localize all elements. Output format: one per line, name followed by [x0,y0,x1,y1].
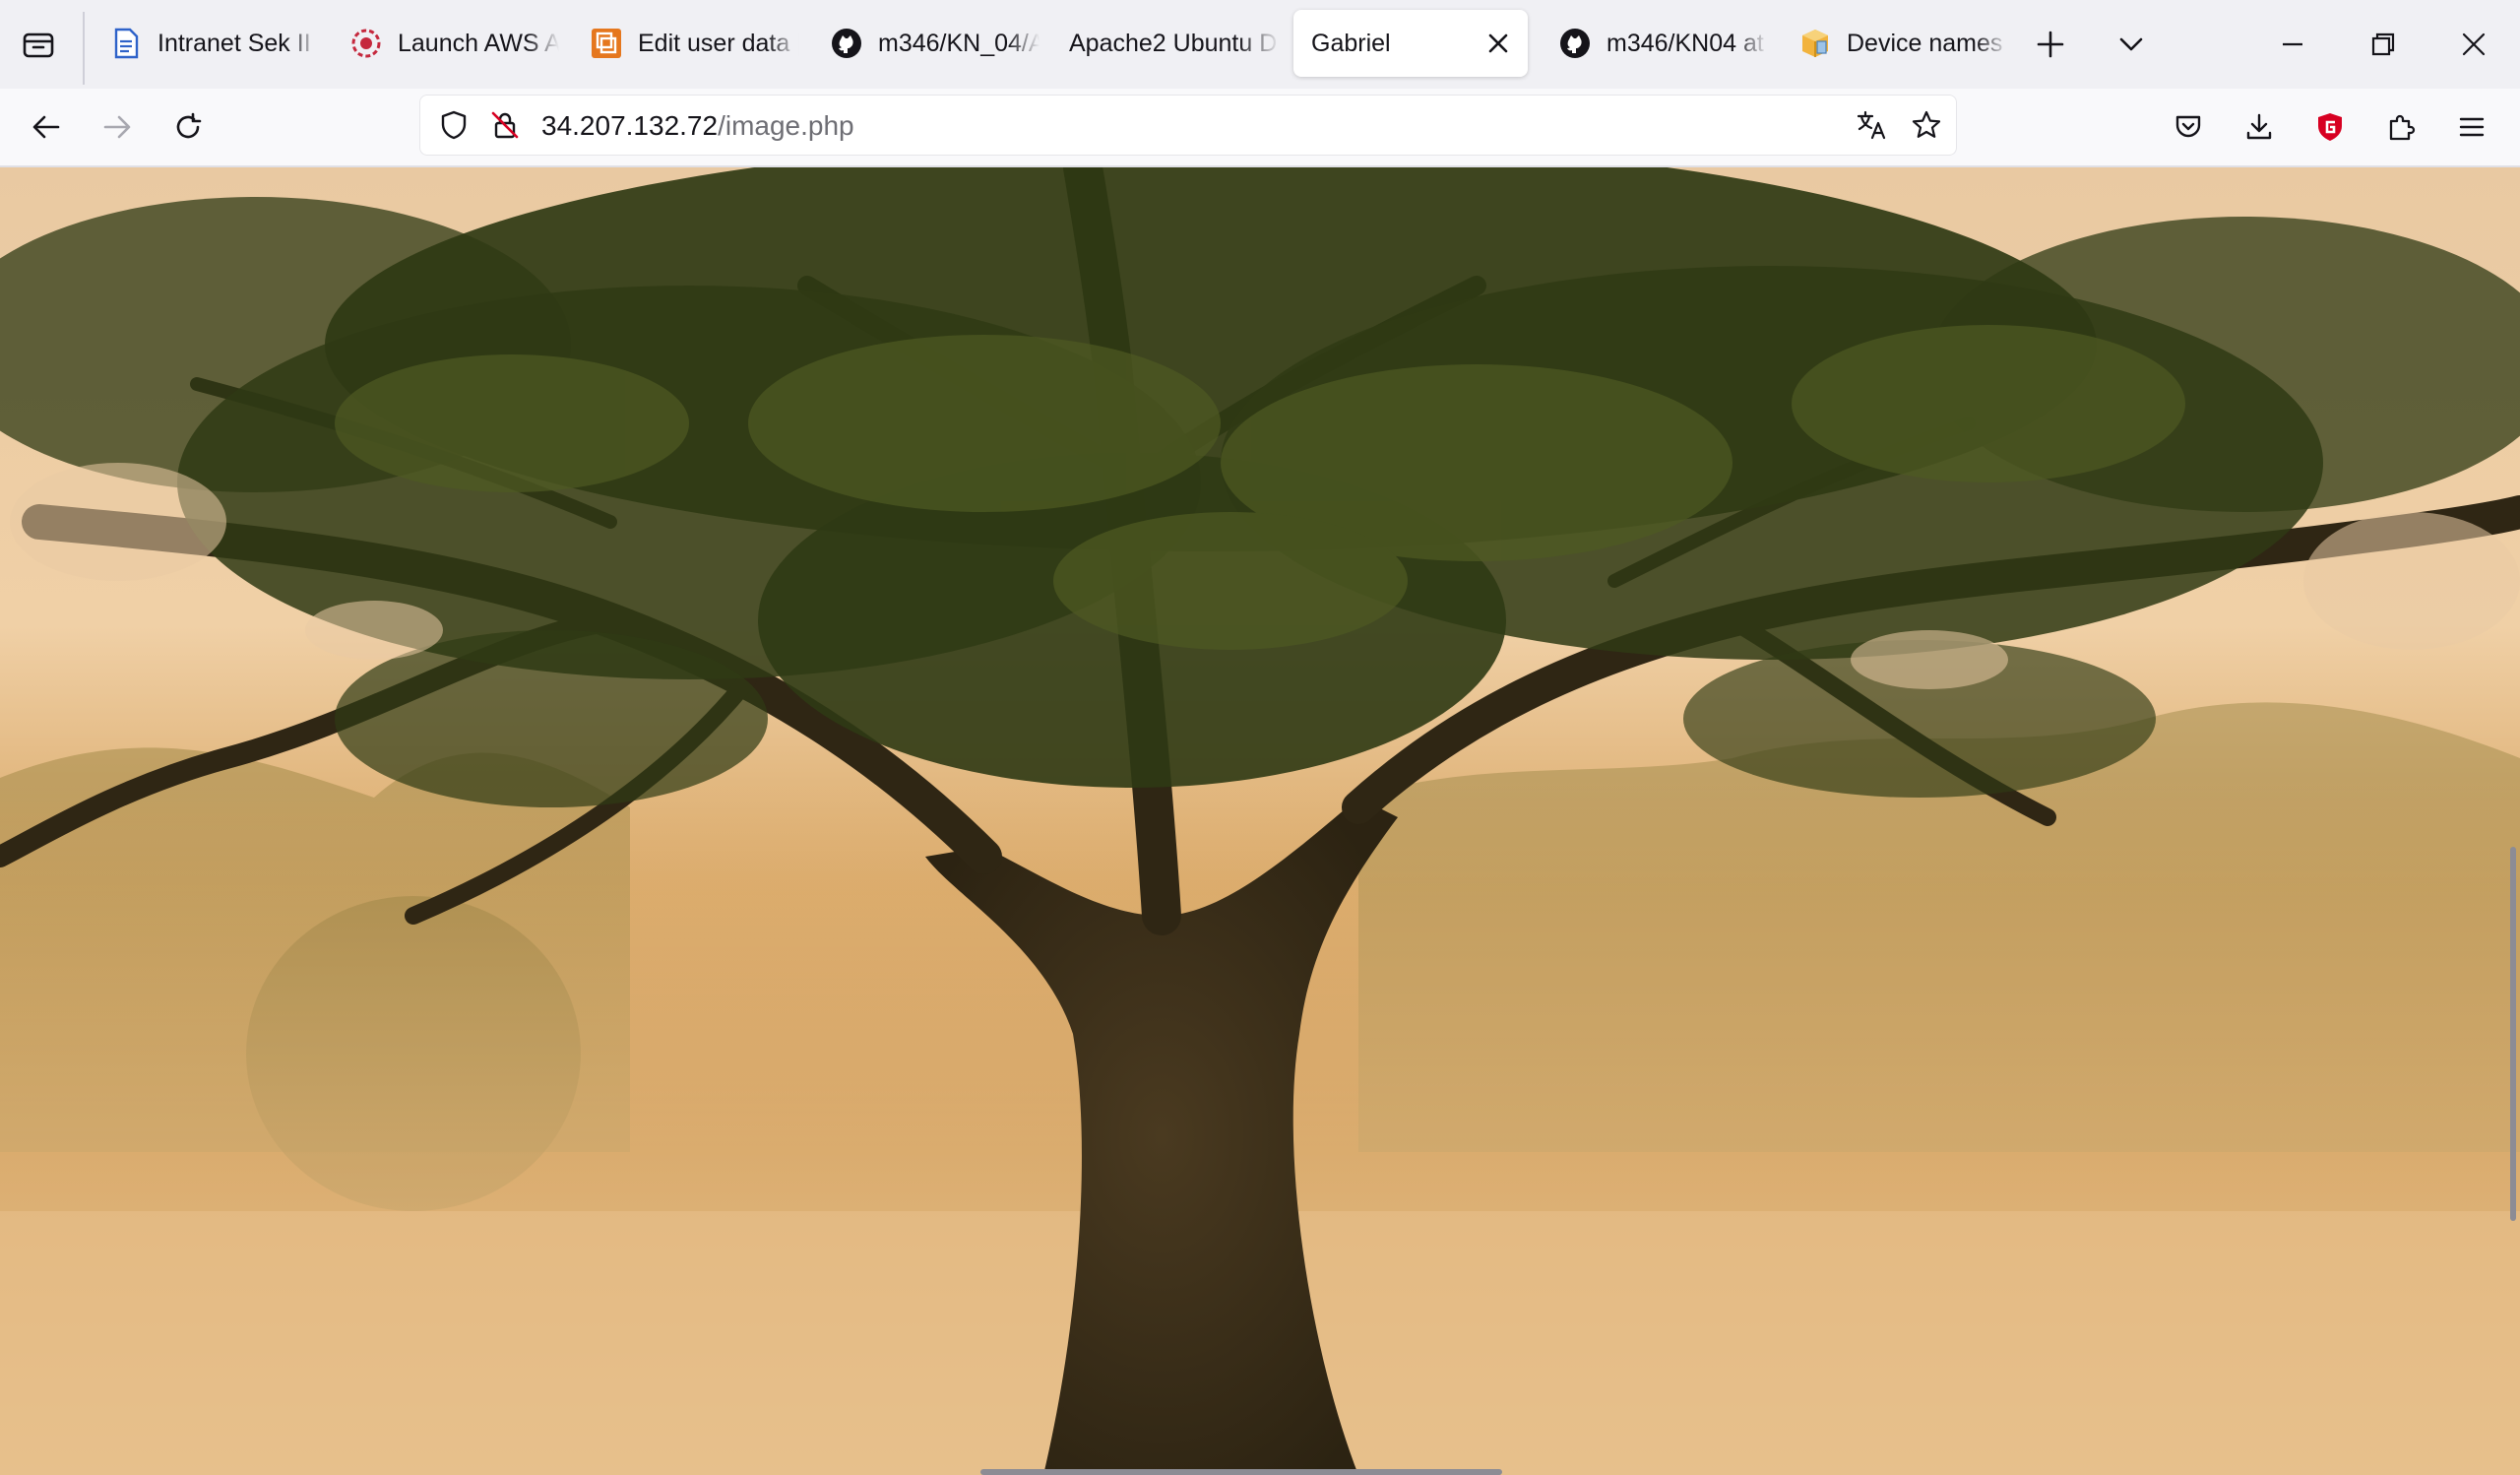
tree-in-misty-field-image [0,167,2520,1475]
tab-title: Apache2 Ubuntu D [1069,29,1278,57]
vertical-scrollbar[interactable] [2510,847,2516,1221]
tab-strip-divider [83,12,85,85]
tab-aws[interactable]: Launch AWS Ac [331,10,559,77]
minimize-window-icon[interactable] [2270,22,2315,67]
tab-title: m346/KN_04/A [878,29,1040,57]
tracking-protection-shield-icon[interactable] [433,104,474,146]
extensions-puzzle-icon[interactable] [2378,104,2424,150]
url-host: 34.207.132.72 [541,110,719,141]
new-tab-plus-icon[interactable] [2028,22,2073,67]
forward-arrow-icon[interactable] [94,104,140,150]
intranet-doc-icon [110,28,142,59]
tab-device-names[interactable]: Device names [1780,10,2008,77]
tab-intranet[interactable]: Intranet Sek II [91,10,319,77]
github-icon [1559,28,1591,59]
tab-strip: Intranet Sek II Launch AWS Ac Edit user … [0,0,2520,89]
close-window-icon[interactable] [2451,22,2496,67]
cube-doc-icon [1799,28,1831,59]
edit-user-data-icon [591,28,622,59]
restore-window-icon[interactable] [2361,22,2406,67]
app-menu-hamburger-icon[interactable] [2449,104,2494,150]
translate-icon[interactable] [1851,104,1892,146]
list-all-tabs-chevron-down-icon[interactable] [2109,22,2154,67]
bookmark-star-icon[interactable] [1906,104,1947,146]
tab-title: Intranet Sek II [158,29,311,57]
page-viewport [0,167,2520,1475]
aws-academy-icon [350,28,382,59]
tab-edit-user-data[interactable]: Edit user data | [571,10,799,77]
tab-title: Edit user data | [638,29,799,57]
github-icon [831,28,862,59]
back-arrow-icon[interactable] [24,104,69,150]
reload-icon[interactable] [165,104,211,150]
downloads-icon[interactable] [2236,104,2282,150]
insecure-connection-lock-icon[interactable] [484,104,526,146]
close-tab-icon[interactable] [1479,24,1518,63]
tab-github-kn04[interactable]: m346/KN_04/A [811,10,1040,77]
gdata-shield-extension-icon[interactable] [2307,104,2353,150]
url-text[interactable]: 34.207.132.72/image.php [541,110,854,142]
url-path: /image.php [718,110,854,141]
navigation-toolbar: 34.207.132.72/image.php [0,89,2520,167]
horizontal-scrollbar[interactable] [980,1469,1502,1475]
pocket-icon[interactable] [2166,104,2211,150]
tab-github-kn04-at[interactable]: m346/KN04 at [1540,10,1768,77]
tab-apache2[interactable]: Apache2 Ubuntu D [1051,10,1280,77]
tab-gabriel[interactable]: Gabriel [1293,10,1528,77]
tab-title: m346/KN04 at [1606,29,1764,57]
tab-title: Device names [1847,29,2003,57]
tab-title: Gabriel [1311,29,1391,57]
tab-manager-icon[interactable] [16,22,61,67]
tab-title: Launch AWS Ac [398,29,559,57]
url-bar[interactable]: 34.207.132.72/image.php [419,95,1957,156]
